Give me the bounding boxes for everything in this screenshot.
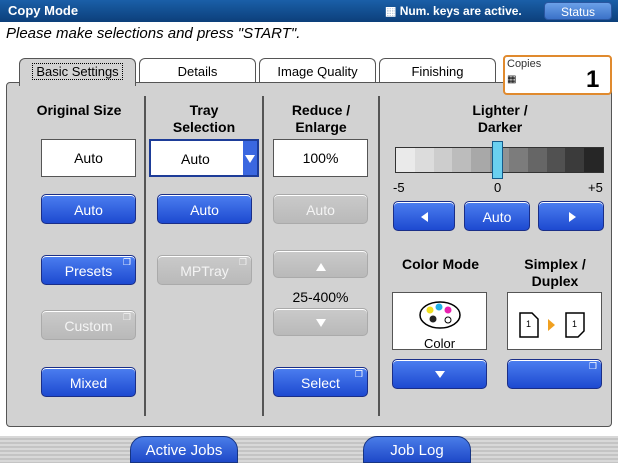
- color-mode-display: Color: [392, 292, 487, 351]
- active-jobs-button[interactable]: Active Jobs: [130, 436, 238, 463]
- popup-icon: ❐: [122, 312, 131, 322]
- custom-label: Custom: [64, 318, 113, 334]
- simplex-heading-line2: Duplex: [531, 273, 579, 289]
- reduce-auto-button[interactable]: Auto: [273, 194, 368, 224]
- color-mode-value: Color: [423, 336, 456, 351]
- density-max-label: +5: [588, 180, 603, 195]
- zoom-down-button[interactable]: [273, 308, 368, 336]
- density-zero-label: 0: [494, 180, 502, 195]
- reduce-heading-line1: Reduce /: [291, 102, 351, 118]
- lighter-heading-line1: Lighter /: [472, 102, 528, 118]
- original-size-value: Auto: [41, 139, 136, 177]
- lighter-heading-line2: Darker: [477, 119, 523, 135]
- page-b-number: 1: [572, 319, 578, 329]
- reduce-value: 100%: [273, 139, 368, 177]
- darker-button[interactable]: [538, 201, 604, 231]
- tray-heading: Tray Selection: [148, 102, 260, 136]
- tab-finishing[interactable]: Finishing: [379, 58, 496, 85]
- window-title: Copy Mode: [8, 3, 79, 18]
- bottom-bar: [0, 436, 618, 463]
- lighter-button[interactable]: [393, 201, 455, 231]
- triangle-right-icon: [569, 212, 576, 222]
- presets-button[interactable]: Presets ❐: [41, 255, 136, 285]
- triangle-down-icon: [435, 371, 445, 378]
- job-log-button[interactable]: Job Log: [363, 436, 471, 463]
- lighter-darker-heading: Lighter / Darker: [395, 102, 605, 136]
- color-mode-dropdown-button[interactable]: [392, 359, 487, 389]
- tray-heading-line1: Tray: [189, 102, 219, 118]
- num-keys-indicator: ▦ Num. keys are active.: [385, 4, 522, 18]
- color-mode-heading: Color Mode: [402, 256, 479, 272]
- title-bar: [0, 0, 618, 22]
- zoom-up-button[interactable]: [273, 250, 368, 278]
- popup-icon: ❐: [122, 257, 131, 267]
- density-slider-marker[interactable]: [492, 141, 503, 179]
- copies-value: 1: [586, 66, 600, 93]
- select-label: Select: [301, 375, 340, 391]
- tab-details[interactable]: Details: [139, 58, 256, 85]
- density-min-label: -5: [393, 180, 405, 195]
- original-size-auto-button[interactable]: Auto: [41, 194, 136, 224]
- mixed-button[interactable]: Mixed: [41, 367, 136, 397]
- original-size-heading: Original Size: [36, 102, 122, 118]
- tab-label: Basic Settings: [32, 63, 123, 80]
- popup-icon: ❐: [588, 361, 597, 371]
- simplex-duplex-button[interactable]: ❐: [507, 359, 602, 389]
- popup-icon: ❐: [354, 369, 363, 379]
- reduce-heading: Reduce / Enlarge: [266, 102, 376, 136]
- column-divider: [378, 96, 380, 416]
- num-keys-text: Num. keys are active.: [399, 4, 522, 18]
- triangle-down-icon: [316, 319, 326, 327]
- reduce-heading-line2: Enlarge: [295, 119, 347, 135]
- keypad-icon: ▦: [507, 74, 517, 85]
- tray-heading-line2: Selection: [172, 119, 236, 135]
- select-button[interactable]: Select ❐: [273, 367, 368, 397]
- column-divider: [144, 96, 146, 416]
- instruction-text: Please make selections and press "START"…: [6, 25, 301, 42]
- keypad-icon: ▦: [385, 4, 397, 18]
- tray-select-value: Auto: [181, 151, 210, 167]
- triangle-left-icon: [421, 212, 428, 222]
- popup-icon: ❐: [238, 257, 247, 267]
- simplex-duplex-heading: Simplex / Duplex: [505, 256, 605, 290]
- tray-auto-button[interactable]: Auto: [157, 194, 252, 224]
- presets-label: Presets: [64, 263, 113, 279]
- mptray-button[interactable]: MPTray ❐: [157, 255, 252, 285]
- chevron-down-icon[interactable]: [243, 141, 257, 175]
- custom-button[interactable]: Custom ❐: [41, 310, 136, 340]
- tab-image-quality[interactable]: Image Quality: [259, 58, 376, 85]
- page-a-number: 1: [526, 319, 532, 329]
- density-auto-button[interactable]: Auto: [464, 201, 530, 231]
- tab-basic-settings[interactable]: Basic Settings: [19, 58, 136, 86]
- zoom-range: 25-400%: [292, 289, 349, 305]
- mptray-label: MPTray: [180, 263, 229, 279]
- simplex-to-simplex-icon: [519, 312, 585, 338]
- copies-label: Copies: [507, 58, 542, 70]
- triangle-up-icon: [316, 263, 326, 271]
- simplex-heading-line1: Simplex /: [524, 256, 586, 272]
- status-button[interactable]: Status: [544, 2, 612, 20]
- simplex-duplex-display: 1 1: [507, 292, 602, 350]
- palette-icon: [419, 301, 461, 329]
- column-divider: [262, 96, 264, 416]
